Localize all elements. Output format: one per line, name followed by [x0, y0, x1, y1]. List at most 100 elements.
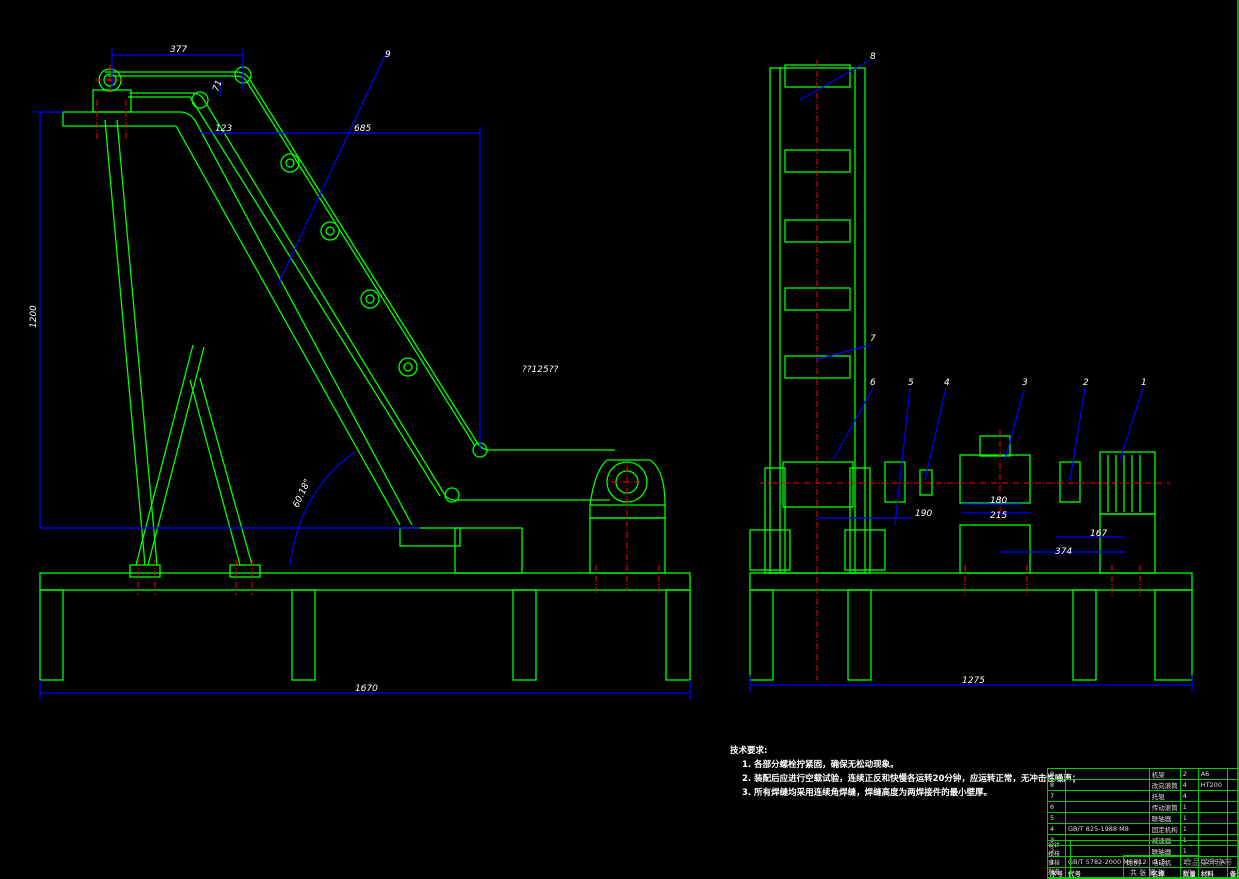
bend-pulley [192, 92, 208, 108]
dim-215: 215 [990, 511, 1007, 521]
part-name: 传动滚筒 [1149, 802, 1180, 813]
part-qty: 2 [1180, 769, 1198, 780]
dim-1670: 1670 [355, 684, 378, 694]
dim-71: 71 [211, 79, 224, 93]
leg [513, 590, 536, 680]
feed-plate [400, 528, 460, 546]
centerlines [760, 60, 1170, 680]
balloon-8: 8 [870, 52, 876, 62]
part-material: A6 [1198, 769, 1227, 780]
part-material [1198, 802, 1227, 813]
part-name: 改向滚筒 [1149, 780, 1180, 791]
scale-label: 比例 [1126, 858, 1140, 868]
head-bearing-seat [93, 90, 131, 112]
notes-title: 技术要求: [730, 744, 1080, 758]
belt-upper-inner [108, 76, 475, 446]
part-remark [1227, 802, 1239, 813]
gearbox-top [980, 436, 1010, 456]
title-block: 设计 校核 审核 批准 比例 1:3 共 张 第 张 食品提升皮带机 [1047, 840, 1239, 878]
dim-180: 180 [990, 496, 1007, 506]
part-row: 4GB/T 825-1988 M8固定机构1 [1048, 824, 1239, 835]
idler-hub [366, 295, 374, 303]
dim-374: 374 [1055, 547, 1072, 557]
note-3: 3. 所有焊缝均采用连续角焊缝，焊缝高度为两焊接件的最小壁厚。 [730, 786, 1080, 800]
part-qty: 1 [1180, 802, 1198, 813]
part-no: 8 [1048, 780, 1066, 791]
part-row: 6 传动滚筒1 [1048, 802, 1239, 813]
tb-row: 校核 [1048, 850, 1070, 859]
dim-167: 167 [1090, 529, 1107, 539]
dimension-lines [750, 60, 1192, 692]
balloon-1: 1 [1141, 378, 1147, 388]
dim-685: 685 [354, 124, 371, 134]
coupling [885, 462, 905, 502]
part-material: HT200 [1198, 780, 1227, 791]
part-row: 7托辊4 [1048, 791, 1239, 802]
part-remark [1227, 824, 1239, 835]
dimension-lines [33, 48, 690, 700]
dim-1200: 1200 [29, 305, 39, 328]
idler-roller [281, 154, 299, 172]
idler-hub [286, 159, 294, 167]
feed-box [455, 528, 522, 573]
tb-row: 审核 [1048, 859, 1070, 868]
balloon-3: 3 [1022, 378, 1028, 388]
part-no: 9 [1048, 769, 1066, 780]
scale-value: 1:3 [1154, 858, 1165, 866]
support-leg [105, 120, 157, 565]
part-name: 托辊 [1149, 791, 1180, 802]
part-no: 4 [1048, 824, 1066, 835]
gearbox-stand [960, 525, 1030, 573]
idler-roller [361, 290, 379, 308]
coupling [1060, 462, 1080, 502]
drive-drum [783, 462, 853, 507]
dim-angle: 60.18° [292, 478, 314, 510]
leg [1155, 590, 1192, 680]
part-code [1066, 769, 1150, 780]
part-remark [1227, 813, 1239, 824]
part-no: 5 [1048, 813, 1066, 824]
part-qty: 4 [1180, 780, 1198, 791]
leg [40, 590, 63, 680]
foot-plate [230, 565, 260, 577]
part-no: 6 [1048, 802, 1066, 813]
bearing-block [765, 468, 785, 573]
part-code: GB/T 825-1988 M8 [1066, 824, 1150, 835]
centerlines [95, 65, 659, 595]
part-material [1198, 813, 1227, 824]
balloon-2: 2 [1083, 378, 1089, 388]
part-material [1198, 824, 1227, 835]
belt-lower [130, 93, 610, 500]
dim-1275: 1275 [962, 676, 985, 686]
note-1: 1. 各部分螺栓拧紧固，确保无松动现象。 [730, 758, 1080, 772]
dim-377: 377 [170, 45, 187, 55]
part-remark [1227, 791, 1239, 802]
note-mark: ??125?? [522, 365, 559, 375]
part-name: 机架 [1149, 769, 1180, 780]
note-2: 2. 装配后应进行空载试验，连续正反和快慢各运转20分钟，应运转正常，无冲击性噪… [730, 772, 1080, 786]
part-code [1066, 780, 1150, 791]
front-view [33, 48, 690, 700]
part-code [1066, 813, 1150, 824]
balloon-4: 4 [944, 378, 950, 388]
part-name: 联轴器 [1149, 813, 1180, 824]
part-qty: 4 [1180, 791, 1198, 802]
part-row: 9 机架2A6 [1048, 769, 1239, 780]
leg [1073, 590, 1096, 680]
balloon-6: 6 [870, 378, 876, 388]
idler-roller [321, 222, 339, 240]
dim-190: 190 [915, 509, 932, 519]
part-remark [1227, 769, 1239, 780]
part-code [1066, 802, 1150, 813]
leg [292, 590, 315, 680]
base-rail [750, 573, 1192, 590]
idler-roller [399, 358, 417, 376]
technical-requirements: 技术要求: 1. 各部分螺栓拧紧固，确保无松动现象。 2. 装配后应进行空载试验… [730, 744, 1080, 800]
drawing-title: 食品提升皮带机 [1184, 857, 1238, 879]
part-material [1198, 791, 1227, 802]
part-row: 8 改向滚筒4HT200 [1048, 780, 1239, 791]
dim-123: 123 [215, 124, 232, 134]
leg [666, 590, 690, 680]
motor-stand [1100, 514, 1155, 573]
side-view [750, 60, 1192, 692]
